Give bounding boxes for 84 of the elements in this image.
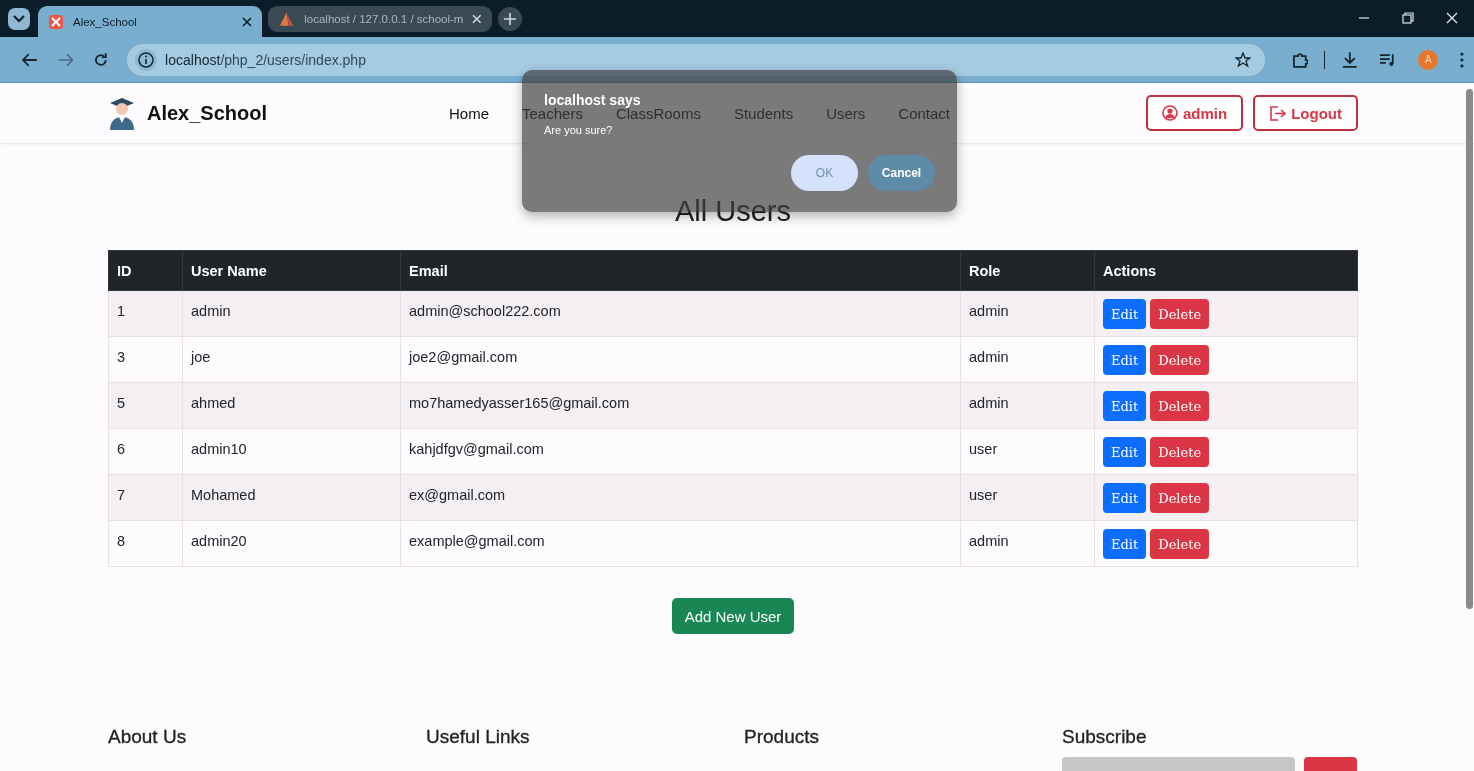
- table-cell: 5: [108, 382, 183, 429]
- add-user-button[interactable]: Add New User: [671, 598, 795, 634]
- edit-button[interactable]: Edit: [1103, 345, 1147, 375]
- media-icon[interactable]: [1378, 51, 1397, 68]
- edit-button[interactable]: Edit: [1103, 483, 1147, 513]
- column-header: Actions: [1094, 250, 1358, 291]
- table-cell: admin@school222.com: [400, 290, 961, 337]
- edit-button[interactable]: Edit: [1103, 437, 1147, 467]
- email-field[interactable]: [1062, 757, 1295, 771]
- menu-icon[interactable]: [1460, 51, 1464, 68]
- new-tab-button[interactable]: [498, 7, 522, 31]
- column-header: Email: [400, 250, 961, 291]
- table-cell: ahmed: [182, 382, 401, 429]
- delete-button[interactable]: Delete: [1150, 529, 1210, 559]
- footer-heading: About Us: [108, 726, 188, 749]
- ok-button[interactable]: OK: [791, 155, 858, 191]
- edit-button[interactable]: Edit: [1103, 391, 1147, 421]
- table-cell: admin: [960, 336, 1095, 383]
- reload-icon[interactable]: [93, 51, 110, 68]
- table-cell: joe: [182, 336, 401, 383]
- sail-icon: [278, 11, 296, 27]
- table-cell: mo7hamedyasser165@gmail.com: [400, 382, 961, 429]
- browser-tab[interactable]: localhost / 127.0.0.1 / school-m: [268, 6, 492, 32]
- footer-heading: Subscribe: [1062, 726, 1148, 749]
- nav-link[interactable]: Users: [826, 104, 866, 122]
- delete-button[interactable]: Delete: [1150, 437, 1210, 467]
- download-icon[interactable]: [1341, 50, 1359, 69]
- table-cell: example@gmail.com: [400, 520, 961, 567]
- user-button[interactable]: admin: [1146, 95, 1244, 131]
- table-cell: 1: [108, 290, 183, 337]
- brand-name[interactable]: Alex_School: [147, 101, 268, 125]
- page-title: All Users: [674, 194, 792, 229]
- column-header: User Name: [182, 250, 401, 291]
- logout-button[interactable]: Logout: [1253, 95, 1358, 131]
- plus-icon: [504, 13, 516, 25]
- edit-button[interactable]: Edit: [1103, 529, 1147, 559]
- scrollbar[interactable]: [1466, 89, 1473, 609]
- nav-link[interactable]: Contact: [898, 104, 950, 122]
- nav-link[interactable]: Home: [449, 104, 489, 122]
- footer-heading: Products: [744, 726, 820, 749]
- table-cell: admin: [960, 290, 1095, 337]
- edit-button[interactable]: Edit: [1103, 299, 1147, 329]
- table-cell: user: [960, 474, 1095, 521]
- delete-button[interactable]: Delete: [1150, 483, 1210, 513]
- user-circle-icon: [1162, 105, 1178, 121]
- delete-button[interactable]: Delete: [1150, 299, 1210, 329]
- restore-icon[interactable]: [1402, 12, 1414, 24]
- tab-title: Alex_School: [73, 15, 138, 28]
- table-cell: admin: [960, 382, 1095, 429]
- back-icon[interactable]: [22, 52, 38, 67]
- close-icon[interactable]: [242, 16, 252, 27]
- table-cell: admin20: [182, 520, 401, 567]
- table-cell: 7: [108, 474, 183, 521]
- star-icon[interactable]: [1234, 51, 1251, 68]
- dialog-message: Are you sure?: [544, 124, 613, 137]
- table-cell: admin: [960, 520, 1095, 567]
- column-header: Role: [960, 250, 1095, 291]
- delete-button[interactable]: Delete: [1150, 345, 1210, 375]
- tab-list-button[interactable]: [8, 8, 30, 30]
- footer-heading: Useful Links: [426, 726, 531, 749]
- info-icon: [138, 51, 155, 68]
- cancel-button[interactable]: Cancel: [868, 155, 935, 191]
- table-cell: admin10: [182, 428, 401, 475]
- logout-icon: [1269, 105, 1287, 121]
- table-cell: kahjdfgv@gmail.com: [400, 428, 961, 475]
- table-cell: admin: [182, 290, 401, 337]
- browser-tab[interactable]: Alex_School: [38, 6, 262, 37]
- table-cell: Mohamed: [182, 474, 401, 521]
- address-bar[interactable]: localhost/php_2/users/index.php: [127, 43, 1265, 76]
- nav-link[interactable]: Students: [733, 104, 794, 122]
- graduate-icon[interactable]: [108, 96, 136, 130]
- url-text: localhost/php_2/users/index.php: [165, 51, 366, 68]
- app-icon: [48, 13, 64, 30]
- table-cell: ex@gmail.com: [400, 474, 961, 521]
- table-cell: 6: [108, 428, 183, 475]
- table-cell: 3: [108, 336, 183, 383]
- table-cell: user: [960, 428, 1095, 475]
- table-cell: 8: [108, 520, 183, 567]
- table-cell: joe2@gmail.com: [400, 336, 961, 383]
- column-header: ID: [108, 250, 183, 291]
- puzzle-icon[interactable]: [1290, 50, 1309, 69]
- tab-title: localhost / 127.0.0.1 / school-m: [304, 13, 464, 25]
- caret-icon: [13, 15, 25, 23]
- delete-button[interactable]: Delete: [1150, 391, 1210, 421]
